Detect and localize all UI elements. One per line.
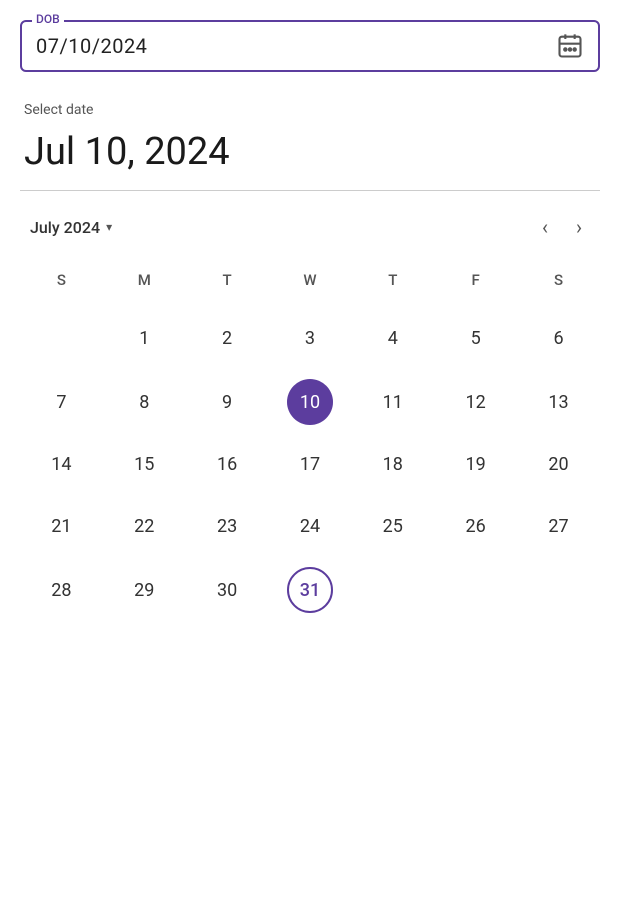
calendar-day-cell[interactable]: 13 <box>517 371 600 433</box>
day-header: W <box>269 263 352 305</box>
calendar-day-cell[interactable]: 22 <box>103 495 186 557</box>
calendar-nav-buttons: ‹ › <box>534 211 590 243</box>
calendar-day-cell <box>517 557 600 623</box>
calendar-day-cell[interactable]: 26 <box>434 495 517 557</box>
day-number[interactable]: 22 <box>121 503 167 549</box>
day-number[interactable]: 3 <box>287 315 333 361</box>
calendar-day-cell[interactable]: 29 <box>103 557 186 623</box>
day-header: F <box>434 263 517 305</box>
calendar-day-cell[interactable]: 2 <box>186 305 269 371</box>
calendar-day-cell[interactable]: 12 <box>434 371 517 433</box>
prev-month-button[interactable]: ‹ <box>534 211 556 243</box>
calendar-day-cell[interactable]: 10 <box>269 371 352 433</box>
calendar-day-cell <box>434 557 517 623</box>
calendar-day-cell[interactable]: 20 <box>517 433 600 495</box>
day-number[interactable]: 12 <box>453 379 499 425</box>
day-number[interactable]: 21 <box>38 503 84 549</box>
calendar-day-cell[interactable]: 27 <box>517 495 600 557</box>
day-number[interactable]: 14 <box>38 441 84 487</box>
day-number[interactable]: 10 <box>287 379 333 425</box>
select-date-label: Select date <box>20 102 600 118</box>
empty-day <box>370 565 416 611</box>
calendar-day-headers: SMTWTFS <box>20 263 600 305</box>
calendar-week-row: 14 15 16 17 18 19 20 <box>20 433 600 495</box>
day-number[interactable]: 31 <box>287 567 333 613</box>
calendar-day-cell[interactable]: 4 <box>351 305 434 371</box>
calendar-day-cell[interactable]: 24 <box>269 495 352 557</box>
calendar-week-row: 123456 <box>20 305 600 371</box>
calendar-day-cell[interactable]: 30 <box>186 557 269 623</box>
calendar-day-cell[interactable]: 18 <box>351 433 434 495</box>
calendar-day-cell[interactable]: 1 <box>103 305 186 371</box>
calendar-day-cell[interactable]: 5 <box>434 305 517 371</box>
day-header: T <box>186 263 269 305</box>
dob-field[interactable]: DOB 07/10/2024 <box>20 20 600 72</box>
day-header: M <box>103 263 186 305</box>
calendar-header: July 2024 ▾ ‹ › <box>20 211 600 243</box>
day-number[interactable]: 16 <box>204 441 250 487</box>
day-number[interactable]: 7 <box>38 379 84 425</box>
calendar-day-cell[interactable]: 7 <box>20 371 103 433</box>
dob-value: 07/10/2024 <box>36 34 147 58</box>
day-number[interactable]: 28 <box>38 567 84 613</box>
next-month-button[interactable]: › <box>568 211 590 243</box>
calendar-day-cell[interactable]: 14 <box>20 433 103 495</box>
empty-day <box>536 565 582 611</box>
day-number[interactable]: 18 <box>370 441 416 487</box>
day-number[interactable]: 15 <box>121 441 167 487</box>
calendar-day-cell[interactable]: 19 <box>434 433 517 495</box>
day-number[interactable]: 26 <box>453 503 499 549</box>
calendar-week-row: 789 10 11 12 13 <box>20 371 600 433</box>
day-number[interactable]: 2 <box>204 315 250 361</box>
calendar-day-cell[interactable]: 28 <box>20 557 103 623</box>
day-number[interactable]: 23 <box>204 503 250 549</box>
calendar-day-cell[interactable]: 21 <box>20 495 103 557</box>
calendar-day-cell[interactable]: 9 <box>186 371 269 433</box>
day-number[interactable]: 4 <box>370 315 416 361</box>
day-number[interactable]: 29 <box>121 567 167 613</box>
calendar-day-cell[interactable]: 3 <box>269 305 352 371</box>
month-year-label: July 2024 <box>30 218 100 237</box>
calendar-week-row: 21 22 23 24 25 26 27 <box>20 495 600 557</box>
calendar-day-cell[interactable]: 25 <box>351 495 434 557</box>
calendar-day-cell[interactable]: 17 <box>269 433 352 495</box>
day-header: S <box>20 263 103 305</box>
selected-date-display: Jul 10, 2024 <box>20 130 600 174</box>
calendar-grid: SMTWTFS 12345678910111213141516171819202… <box>20 263 600 623</box>
day-number[interactable]: 24 <box>287 503 333 549</box>
calendar-day-cell[interactable]: 6 <box>517 305 600 371</box>
calendar-week-row: 28 29 30 31 <box>20 557 600 623</box>
day-number[interactable]: 27 <box>536 503 582 549</box>
calendar-day-cell[interactable]: 15 <box>103 433 186 495</box>
calendar-day-cell <box>351 557 434 623</box>
day-number[interactable]: 30 <box>204 567 250 613</box>
calendar-day-cell[interactable]: 11 <box>351 371 434 433</box>
empty-day <box>453 565 499 611</box>
month-year-button[interactable]: July 2024 ▾ <box>30 218 112 237</box>
day-header: T <box>351 263 434 305</box>
day-number[interactable]: 8 <box>121 379 167 425</box>
day-number[interactable]: 5 <box>453 315 499 361</box>
calendar-day-cell[interactable]: 8 <box>103 371 186 433</box>
day-number[interactable]: 25 <box>370 503 416 549</box>
calendar-day-cell[interactable]: 23 <box>186 495 269 557</box>
calendar-divider <box>20 190 600 191</box>
calendar-day-cell <box>20 305 103 371</box>
calendar-day-cell[interactable]: 31 <box>269 557 352 623</box>
day-number[interactable]: 17 <box>287 441 333 487</box>
day-number[interactable]: 6 <box>536 315 582 361</box>
day-header: S <box>517 263 600 305</box>
day-number[interactable]: 1 <box>121 315 167 361</box>
empty-day <box>38 313 84 359</box>
day-number[interactable]: 20 <box>536 441 582 487</box>
day-number[interactable]: 13 <box>536 379 582 425</box>
dropdown-arrow-icon: ▾ <box>106 220 112 234</box>
day-number[interactable]: 9 <box>204 379 250 425</box>
day-number[interactable]: 11 <box>370 379 416 425</box>
dob-label: DOB <box>32 12 64 26</box>
day-number[interactable]: 19 <box>453 441 499 487</box>
calendar-icon[interactable] <box>556 32 584 60</box>
calendar-day-cell[interactable]: 16 <box>186 433 269 495</box>
